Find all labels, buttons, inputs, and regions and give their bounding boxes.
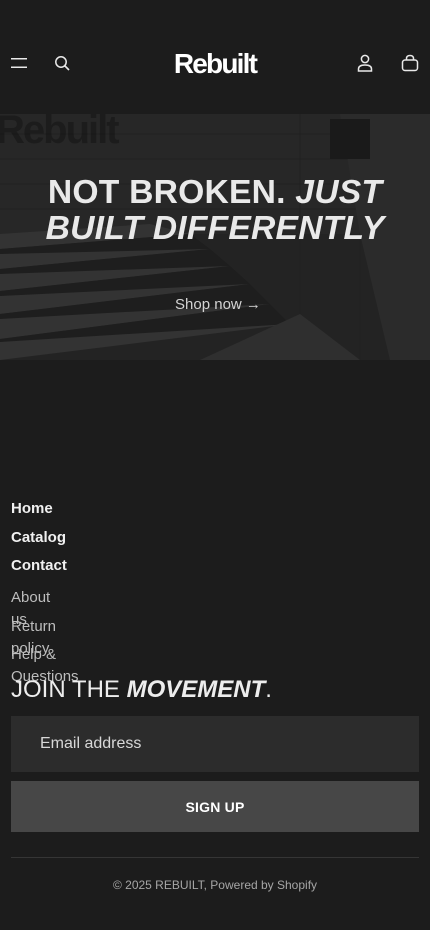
hero-title-italic-2: BUILT DIFFERENTLY <box>45 209 385 246</box>
email-field[interactable]: Email address <box>11 716 419 772</box>
footer-link-about[interactable]: About us <box>11 587 50 628</box>
hero-title-italic-1: JUST <box>295 173 383 210</box>
search-icon[interactable] <box>50 51 74 75</box>
hero-title-bold: NOT BROKEN. <box>47 173 286 210</box>
shop-now-link[interactable]: Shop now → <box>168 292 268 316</box>
footer-link-return-policy[interactable]: Return policy <box>11 616 56 657</box>
site-header: Rebuilt <box>0 0 430 114</box>
newsletter-heading: JOIN THE MOVEMENT. <box>11 676 272 704</box>
newsletter-heading-emphasis: MOVEMENT <box>126 676 266 703</box>
email-placeholder: Email address <box>40 735 142 752</box>
cart-icon[interactable] <box>398 51 422 75</box>
sign-up-button[interactable]: SIGN UP <box>11 781 419 832</box>
footer-link-home[interactable]: Home <box>11 498 53 526</box>
footer-divider <box>11 857 419 858</box>
hero-banner: Rebuilt NOT BROKEN. JUST BUILT DIFFERENT… <box>0 114 430 360</box>
newsletter-heading-plain: JOIN THE <box>11 676 127 703</box>
hero-watermark-logo: Rebuilt <box>0 114 120 152</box>
footer-link-catalog[interactable]: Catalog <box>11 527 66 555</box>
newsletter-heading-suffix: . <box>265 676 272 703</box>
copyright-text: © 2025 REBUILT, Powered by Shopify <box>112 878 318 892</box>
hero-title: NOT BROKEN. JUST BUILT DIFFERENTLY <box>0 174 430 246</box>
footer-link-contact[interactable]: Contact <box>11 555 67 583</box>
site-logo[interactable]: Rebuilt <box>158 44 272 84</box>
footer-link-help[interactable]: Help & Questions <box>11 644 79 685</box>
account-icon[interactable] <box>353 51 377 75</box>
menu-icon[interactable] <box>6 51 32 75</box>
